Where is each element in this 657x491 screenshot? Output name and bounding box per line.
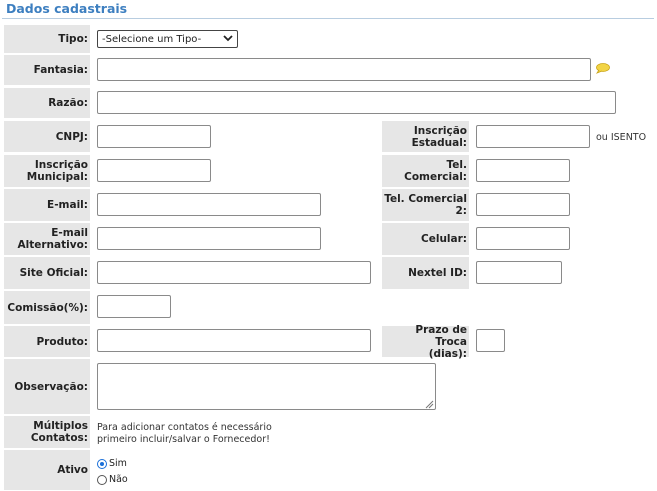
tel-comercial-2-input[interactable] [476, 193, 570, 216]
ativo-option-nao[interactable]: Não [97, 474, 128, 485]
site-oficial-input[interactable] [97, 261, 371, 284]
site-oficial-label: Site Oficial: [4, 257, 90, 289]
nextel-id-input[interactable] [476, 261, 562, 284]
observacao-textarea[interactable] [97, 363, 436, 410]
inscricao-estadual-input[interactable] [476, 125, 590, 148]
tipo-select[interactable]: -Selecione um Tipo- [97, 30, 238, 48]
multiplos-contatos-note: Para adicionar contatos é necessário pri… [97, 422, 272, 445]
radio-checked-icon[interactable] [97, 458, 107, 469]
observacao-label: Observação: [4, 359, 90, 414]
comissao-label: Comissão(%): [4, 291, 90, 324]
razao-input[interactable] [97, 91, 616, 114]
title-divider [2, 18, 654, 19]
tipo-selected-value: -Selecione um Tipo- [102, 33, 202, 45]
ativo-option-sim[interactable]: Sim [97, 458, 127, 469]
tel-comercial-2-label: Tel. Comercial 2: [382, 189, 469, 221]
prazo-troca-label: Prazo de Troca (dias): [382, 324, 469, 360]
prazo-troca-input[interactable] [476, 329, 505, 352]
comissao-input[interactable] [97, 295, 171, 318]
celular-input[interactable] [476, 227, 570, 250]
fantasia-label: Fantasia: [4, 55, 90, 85]
cnpj-input[interactable] [97, 125, 211, 148]
razao-label: Razão: [4, 88, 90, 118]
comment-icon[interactable] [595, 63, 610, 74]
tel-comercial-input[interactable] [476, 159, 570, 182]
inscricao-municipal-label: Inscrição Municipal: [4, 155, 90, 187]
email-alternativo-label: E-mail Alternativo: [4, 223, 90, 255]
tel-comercial-label: Tel. Comercial: [382, 155, 469, 187]
produto-label: Produto: [4, 326, 90, 357]
nextel-id-label: Nextel ID: [382, 257, 469, 289]
produto-input[interactable] [97, 329, 371, 352]
chevron-down-icon [223, 34, 233, 45]
cnpj-label: CNPJ: [4, 121, 90, 152]
ativo-option-sim-label: Sim [109, 458, 127, 469]
inscricao-municipal-input[interactable] [97, 159, 211, 182]
celular-label: Celular: [382, 223, 469, 255]
isento-note: ou ISENTO [596, 132, 647, 143]
email-label: E-mail: [4, 189, 90, 221]
section-title: Dados cadastrais [6, 1, 128, 16]
tipo-label: Tipo: [4, 25, 90, 53]
fantasia-input[interactable] [97, 58, 591, 81]
inscricao-estadual-label: Inscrição Estadual: [382, 121, 469, 152]
ativo-label: Ativo [4, 450, 90, 490]
ativo-option-nao-label: Não [109, 474, 128, 485]
email-input[interactable] [97, 193, 321, 216]
email-alternativo-input[interactable] [97, 227, 321, 250]
radio-unchecked-icon[interactable] [97, 474, 107, 485]
multiplos-contatos-label: Múltiplos Contatos: [4, 416, 90, 448]
resize-grip-icon[interactable] [425, 399, 434, 409]
